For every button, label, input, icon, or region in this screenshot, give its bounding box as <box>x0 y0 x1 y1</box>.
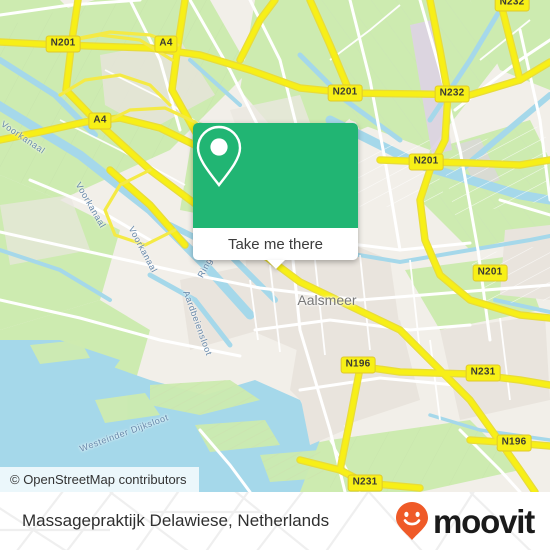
page-title: Massagepraktijk Delawiese, Netherlands <box>22 511 330 530</box>
place-label-aalsmeer: Aalsmeer <box>297 292 357 308</box>
popup-tail <box>266 260 285 269</box>
moovit-wordmark: moovit <box>433 502 535 540</box>
road-shield[interactable]: N201 <box>327 84 363 102</box>
road-shield[interactable]: N232 <box>434 85 470 103</box>
map-canvas[interactable]: Voorkanaal Voorkanaal Voorkanaal Ringvaa… <box>0 0 550 492</box>
location-popup-card[interactable]: Take me there <box>193 123 358 269</box>
moovit-smiley-pin-icon <box>396 502 429 540</box>
road-shield[interactable]: N196 <box>496 434 532 452</box>
road-shield[interactable]: N232 <box>494 0 530 12</box>
road-shield[interactable]: A4 <box>154 35 178 53</box>
moovit-brand[interactable]: moovit <box>395 501 535 541</box>
take-me-there-button[interactable]: Take me there <box>193 228 358 269</box>
road-shield[interactable]: N201 <box>45 35 81 53</box>
take-me-there-label: Take me there <box>227 235 324 253</box>
osm-attribution[interactable]: © OpenStreetMap contributors <box>0 467 199 492</box>
road-shield[interactable]: N201 <box>408 153 444 171</box>
road-shield[interactable]: N231 <box>465 364 501 382</box>
road-shield[interactable]: N196 <box>340 356 376 374</box>
road-shield[interactable]: A4 <box>88 112 112 130</box>
screenshot-root: Voorkanaal Voorkanaal Voorkanaal Ringvaa… <box>0 0 550 550</box>
osm-attribution-text: © OpenStreetMap contributors <box>10 472 187 487</box>
map-pin-icon <box>196 125 242 187</box>
road-shield[interactable]: N231 <box>347 474 383 492</box>
road-shield[interactable]: N201 <box>472 264 508 282</box>
footer-bar: Massagepraktijk Delawiese, Netherlands m… <box>0 492 550 550</box>
popup-image-area <box>193 123 358 228</box>
